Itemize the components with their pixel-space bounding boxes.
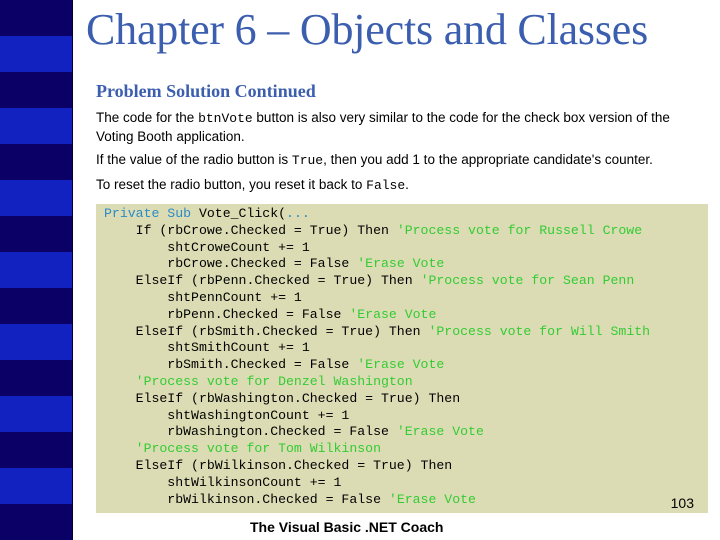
inline-code: True xyxy=(291,153,324,168)
sidebar-stripe xyxy=(0,36,72,72)
code-text: ElseIf (rbWilkinson.Checked = True) Then xyxy=(104,457,453,473)
sidebar-stripe xyxy=(0,468,72,504)
code-comment: 'Erase Vote xyxy=(357,256,445,272)
sidebar-stripe xyxy=(0,72,72,108)
code-comment: 'Process vote for Denzel Washington xyxy=(135,373,413,389)
code-line: 'Process vote for Tom Wilkinson xyxy=(104,441,650,458)
sidebar-stripe xyxy=(0,252,72,288)
code-text: ElseIf (rbWashington.Checked = True) The… xyxy=(104,390,461,406)
sidebar-stripe xyxy=(0,180,72,216)
code-line: shtWashingtonCount += 1 xyxy=(104,408,650,425)
code-keyword: ... xyxy=(286,206,310,221)
code-line: rbPenn.Checked = False 'Erase Vote xyxy=(104,307,650,324)
page-number: 103 xyxy=(670,495,694,511)
code-text: shtPennCount += 1 xyxy=(104,289,302,305)
code-block: Private Sub Vote_Click(... If (rbCrowe.C… xyxy=(96,204,708,513)
code-keyword: Private Sub xyxy=(104,206,192,221)
sidebar-stripe xyxy=(0,144,72,180)
sidebar-stripes xyxy=(0,0,73,540)
code-text: shtWilkinsonCount += 1 xyxy=(104,474,342,490)
paragraph-text: . xyxy=(405,177,409,192)
paragraph-true: If the value of the radio button is True… xyxy=(96,151,696,170)
code-line: shtWilkinsonCount += 1 xyxy=(104,475,650,492)
code-text: shtWashingtonCount += 1 xyxy=(104,407,350,423)
code-text: shtSmithCount += 1 xyxy=(104,340,310,356)
code-line: ElseIf (rbWilkinson.Checked = True) Then xyxy=(104,458,650,475)
code-line: ElseIf (rbPenn.Checked = True) Then 'Pro… xyxy=(104,273,650,290)
sidebar-stripe xyxy=(0,216,72,252)
code-comment: 'Erase Vote xyxy=(357,357,445,373)
code-text: shtCroweCount += 1 xyxy=(104,239,310,255)
code-text: rbCrowe.Checked = False xyxy=(104,256,358,272)
code-line: shtSmithCount += 1 xyxy=(104,340,650,357)
sidebar-stripe xyxy=(0,324,72,360)
sidebar-stripe xyxy=(0,288,72,324)
code-text: If (rbCrowe.Checked = True) Then xyxy=(104,222,397,238)
paragraph-btnvote: The code for the btnVote button is also … xyxy=(96,109,696,146)
paragraph-text: , then you add 1 to the appropriate cand… xyxy=(323,152,653,167)
code-line: ElseIf (rbSmith.Checked = True) Then 'Pr… xyxy=(104,324,650,341)
code-text: ElseIf (rbSmith.Checked = True) Then xyxy=(104,323,429,339)
paragraph-text: The code for the xyxy=(96,110,199,125)
code-line: shtCroweCount += 1 xyxy=(104,240,650,257)
code-comment: 'Process vote for Russell Crowe xyxy=(396,222,643,238)
inline-code: False xyxy=(366,178,406,193)
sidebar-stripe xyxy=(0,432,72,468)
code-line: If (rbCrowe.Checked = True) Then 'Proces… xyxy=(104,223,650,240)
code-line: Private Sub Vote_Click(... xyxy=(104,206,650,223)
code-line: rbWilkinson.Checked = False 'Erase Vote xyxy=(104,492,650,509)
footer-text: The Visual Basic .NET Coach xyxy=(250,519,444,535)
code-line: shtPennCount += 1 xyxy=(104,290,650,307)
slide-subtitle: Problem Solution Continued xyxy=(96,81,316,101)
sidebar-stripe xyxy=(0,108,72,144)
slide-title: Chapter 6 – Objects and Classes xyxy=(86,5,649,54)
code-text: ElseIf (rbPenn.Checked = True) Then xyxy=(104,273,421,289)
paragraph-text: If the value of the radio button is xyxy=(96,152,292,167)
code-comment: 'Process vote for Tom Wilkinson xyxy=(135,441,381,457)
sidebar-stripe xyxy=(0,504,72,540)
code-line: rbSmith.Checked = False 'Erase Vote xyxy=(104,357,650,374)
code-comment: 'Erase Vote xyxy=(349,306,437,322)
code-text: rbPenn.Checked = False xyxy=(104,306,350,322)
code-comment: 'Erase Vote xyxy=(388,491,476,507)
inline-code: btnVote xyxy=(198,111,253,126)
code-line: rbCrowe.Checked = False 'Erase Vote xyxy=(104,256,650,273)
code-line: rbWashington.Checked = False 'Erase Vote xyxy=(104,424,650,441)
sidebar-stripe xyxy=(0,396,72,432)
paragraph-false: To reset the radio button, you reset it … xyxy=(96,176,696,195)
code-comment: 'Process vote for Sean Penn xyxy=(420,273,635,289)
code-text: rbWilkinson.Checked = False xyxy=(104,491,389,507)
code-listing: Private Sub Vote_Click(... If (rbCrowe.C… xyxy=(104,206,650,508)
sidebar-stripe xyxy=(0,360,72,396)
code-comment: 'Erase Vote xyxy=(396,424,484,440)
code-text: rbWashington.Checked = False xyxy=(104,424,397,440)
code-line: 'Process vote for Denzel Washington xyxy=(104,374,650,391)
code-text: Vote_Click( xyxy=(191,206,287,221)
sidebar-stripe xyxy=(0,0,72,36)
paragraph-text: To reset the radio button, you reset it … xyxy=(96,177,367,192)
code-comment: 'Process vote for Will Smith xyxy=(428,323,651,339)
code-line: ElseIf (rbWashington.Checked = True) The… xyxy=(104,391,650,408)
code-text: rbSmith.Checked = False xyxy=(104,357,358,373)
